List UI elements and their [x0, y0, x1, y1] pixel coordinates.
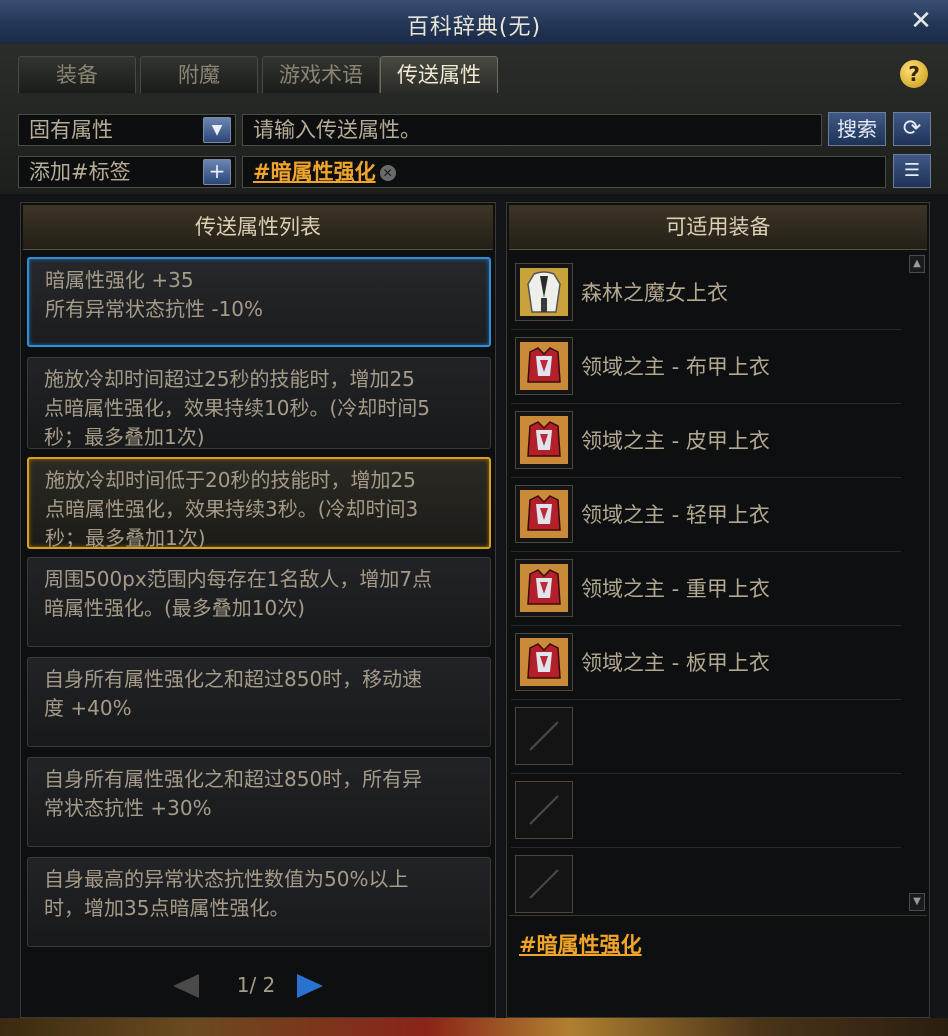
chevron-down-icon[interactable]: ▼: [203, 117, 231, 143]
equipment-item[interactable]: 领域之主 - 皮甲上衣: [511, 405, 901, 478]
red-armor-icon: [515, 411, 573, 469]
attribute-line: 度 +40%: [44, 696, 132, 720]
tag-placeholder: 添加#标签: [29, 160, 131, 184]
scroll-down-icon[interactable]: ▼: [909, 893, 925, 911]
equipment-name: 领域之主 - 轻甲上衣: [581, 503, 770, 527]
red-armor-icon: [515, 485, 573, 543]
active-tag[interactable]: #暗属性强化: [253, 160, 376, 184]
attribute-line: 自身所有属性强化之和超过850时，移动速: [44, 667, 423, 691]
empty-slot-icon: [515, 781, 573, 839]
equipment-name: 领域之主 - 皮甲上衣: [581, 429, 770, 453]
prev-page-icon[interactable]: [173, 974, 199, 998]
attribute-line: 秒；最多叠加1次): [45, 526, 206, 550]
attribute-item[interactable]: 施放冷却时间低于20秒的技能时，增加25 点暗属性强化，效果持续3秒。(冷却时间…: [27, 457, 491, 550]
white-robe-icon: [515, 263, 573, 321]
tab-enchant[interactable]: 附魔: [140, 56, 258, 93]
attribute-line: 施放冷却时间超过25秒的技能时，增加25: [44, 367, 415, 391]
red-armor-icon: [515, 337, 573, 395]
tag-list-icon[interactable]: ☰: [893, 154, 931, 188]
attribute-line: 常状态抗性 +30%: [44, 796, 212, 820]
equipment-tag-link[interactable]: #暗属性强化: [519, 929, 642, 959]
pagination: 1/ 2: [21, 971, 495, 1005]
attribute-line: 时，增加35点暗属性强化。: [44, 896, 290, 920]
empty-equipment-slot: [511, 701, 901, 774]
attribute-line: 自身所有属性强化之和超过850时，所有异: [44, 767, 423, 791]
equipment-item[interactable]: 领域之主 - 布甲上衣: [511, 331, 901, 404]
title-bar[interactable]: 百科辞典(无) ✕: [0, 0, 948, 45]
tab-game-terms[interactable]: 游戏术语: [262, 56, 380, 93]
search-input[interactable]: 请输入传送属性。: [242, 114, 822, 146]
attribute-list-title: 传送属性列表: [23, 205, 493, 250]
equipment-name: 领域之主 - 布甲上衣: [581, 355, 770, 379]
tab-transfer-attributes[interactable]: 传送属性: [380, 56, 498, 93]
attribute-line: 暗属性强化。(最多叠加10次): [44, 596, 306, 620]
encyclopedia-window: 百科辞典(无) ✕ 装备 附魔 游戏术语 传送属性 ? 固有属性 ▼ 请输入传送…: [0, 0, 948, 1020]
attribute-item[interactable]: 自身所有属性强化之和超过850时，所有异 常状态抗性 +30%: [27, 757, 491, 847]
tab-equipment[interactable]: 装备: [18, 56, 136, 93]
attribute-item[interactable]: 暗属性强化 +35 所有异常状态抗性 -10%: [27, 257, 491, 347]
red-armor-icon: [515, 633, 573, 691]
window-title: 百科辞典(无): [406, 15, 542, 40]
applicable-equipment-panel: 可适用装备 森林之魔女上衣 领域之主 - 布甲上衣 领域之主 - 皮甲上衣 领域…: [506, 202, 930, 1018]
remove-tag-icon[interactable]: ✕: [379, 165, 396, 181]
empty-slot-icon: [515, 855, 573, 913]
empty-slot-icon: [515, 707, 573, 765]
category-value: 固有属性: [29, 118, 113, 142]
attribute-line: 暗属性强化 +35: [45, 268, 194, 292]
equipment-item[interactable]: 森林之魔女上衣: [511, 257, 901, 330]
game-background: [0, 1018, 948, 1036]
attribute-list-panel: 传送属性列表 暗属性强化 +35 所有异常状态抗性 -10% 施放冷却时间超过2…: [20, 202, 496, 1018]
attribute-item[interactable]: 自身最高的异常状态抗性数值为50%以上 时，增加35点暗属性强化。: [27, 857, 491, 947]
attribute-line: 施放冷却时间低于20秒的技能时，增加25: [45, 468, 416, 492]
attribute-line: 所有异常状态抗性 -10%: [45, 297, 264, 321]
page-indicator: 1/ 2: [236, 973, 276, 997]
attribute-item[interactable]: 施放冷却时间超过25秒的技能时，增加25 点暗属性强化，效果持续10秒。(冷却时…: [27, 357, 491, 449]
equipment-name: 森林之魔女上衣: [581, 281, 728, 305]
attribute-line: 点暗属性强化，效果持续10秒。(冷却时间5: [44, 396, 430, 420]
search-placeholder: 请输入传送属性。: [253, 118, 421, 142]
empty-equipment-slot: [511, 849, 901, 913]
empty-equipment-slot: [511, 775, 901, 848]
attribute-line: 周围500px范围内每存在1名敌人，增加7点: [44, 567, 433, 591]
attribute-line: 点暗属性强化，效果持续3秒。(冷却时间3: [45, 497, 419, 521]
attribute-line: 自身最高的异常状态抗性数值为50%以上: [44, 867, 409, 891]
equipment-item[interactable]: 领域之主 - 轻甲上衣: [511, 479, 901, 552]
applicable-equipment-title: 可适用装备: [509, 205, 927, 250]
active-tags-field: #暗属性强化 ✕: [242, 156, 886, 188]
equipment-item[interactable]: 领域之主 - 板甲上衣: [511, 627, 901, 700]
red-armor-icon: [515, 559, 573, 617]
attribute-item[interactable]: 自身所有属性强化之和超过850时，移动速 度 +40%: [27, 657, 491, 747]
add-tag-icon[interactable]: +: [203, 159, 231, 185]
attribute-item[interactable]: 周围500px范围内每存在1名敌人，增加7点 暗属性强化。(最多叠加10次): [27, 557, 491, 647]
help-icon[interactable]: ?: [900, 60, 928, 88]
attribute-line: 秒；最多叠加1次): [44, 425, 205, 449]
divider: [509, 915, 927, 916]
equipment-item[interactable]: 领域之主 - 重甲上衣: [511, 553, 901, 626]
search-button[interactable]: 搜索: [828, 112, 886, 146]
next-page-icon[interactable]: [297, 974, 323, 998]
equipment-name: 领域之主 - 重甲上衣: [581, 577, 770, 601]
scroll-up-icon[interactable]: ▲: [909, 255, 925, 273]
equipment-name: 领域之主 - 板甲上衣: [581, 651, 770, 675]
refresh-icon[interactable]: ⟳: [893, 112, 931, 146]
equipment-scrollbar[interactable]: ▲ ▼: [909, 255, 927, 915]
close-icon[interactable]: ✕: [908, 7, 934, 35]
